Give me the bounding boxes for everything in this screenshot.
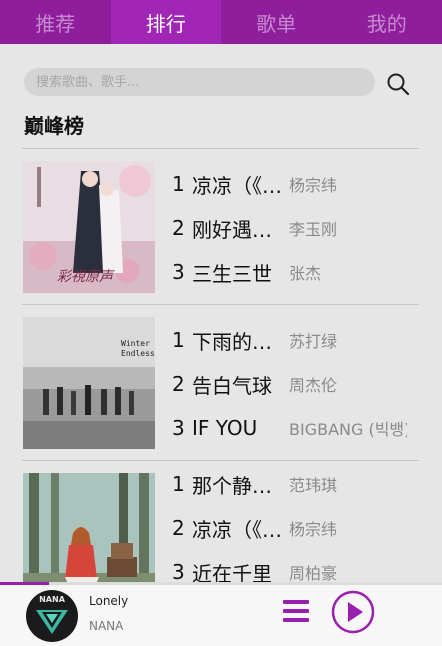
playlist-button[interactable]: [282, 598, 310, 624]
tab-mine[interactable]: 我的: [332, 0, 442, 44]
song-artist: 李玉刚: [289, 220, 338, 239]
tab-playlists[interactable]: 歌单: [221, 0, 332, 44]
chart-cover: 彩視原声: [23, 161, 155, 293]
song-title: 那个静默的: [192, 473, 289, 498]
song-rank: 1: [172, 172, 185, 196]
song-rank: 2: [172, 216, 185, 240]
search-bar: [0, 60, 442, 104]
chart-cover: Winter Endless: [23, 317, 155, 449]
menu-list-icon: [283, 600, 309, 622]
search-button[interactable]: [386, 72, 410, 96]
song-rank: 2: [172, 372, 185, 396]
playback-progress-fill: [0, 582, 49, 585]
mini-player: NANA Lonely NANA: [0, 582, 442, 646]
now-playing-avatar[interactable]: NANA: [26, 590, 78, 642]
song-rank: 3: [172, 416, 185, 440]
winter-endless-album: [23, 317, 155, 449]
song-artist: 苏打绿: [289, 332, 338, 351]
song-artist: 杨宗纬: [289, 520, 338, 539]
song-rank: 3: [172, 560, 185, 584]
now-playing-artist: NANA: [89, 619, 124, 633]
song-row[interactable]: 1 凉凉（《三生三世十里桃花》片尾曲） 杨宗纬: [172, 171, 412, 198]
tab-ranking[interactable]: 排行: [110, 0, 221, 44]
song-title: 刚好遇见你: [192, 217, 289, 242]
song-title: 凉凉（《三生三世》）: [192, 517, 289, 542]
song-title: 告白气球: [192, 373, 272, 398]
tab-recommend[interactable]: 推荐: [0, 0, 111, 44]
playback-progress-bar[interactable]: [0, 582, 442, 585]
song-row[interactable]: 3 三生三世 张杰: [172, 259, 412, 286]
chart-item[interactable]: 彩視原声 1 凉凉（《三生三世十里桃花》片尾曲） 杨宗纬 2 刚好遇见你 李玉刚…: [22, 148, 419, 304]
song-artist: 张杰: [289, 264, 322, 283]
avatar-text: NANA: [39, 595, 65, 604]
song-row[interactable]: 2 凉凉（《三生三世》） 杨宗纬: [172, 515, 412, 542]
song-title: 三生三世: [192, 261, 272, 286]
play-icon: [331, 590, 375, 634]
search-icon: [387, 73, 410, 96]
song-artist: 杨宗纬: [289, 176, 338, 195]
now-playing-title: Lonely: [89, 594, 129, 608]
song-artist: 周杰伦: [289, 376, 338, 395]
song-row[interactable]: 1 那个静默的 范玮琪: [172, 471, 412, 498]
top-tab-bar: 推荐 排行 歌单 我的: [0, 0, 442, 44]
chart-list: 彩視原声 1 凉凉（《三生三世十里桃花》片尾曲） 杨宗纬 2 刚好遇见你 李玉刚…: [22, 148, 419, 616]
search-input[interactable]: [24, 68, 375, 96]
song-artist: BIGBANG (빅뱅): [289, 420, 407, 439]
album-cover-text: Winter Endless: [121, 339, 155, 358]
song-artist: 范玮琪: [289, 476, 338, 495]
song-row[interactable]: 1 下雨的夜晚 苏打绿: [172, 327, 412, 354]
song-title: 下雨的夜晚: [192, 329, 289, 354]
song-rank: 3: [172, 260, 185, 284]
play-button[interactable]: [331, 590, 375, 634]
song-title: IF YOU: [192, 416, 258, 440]
song-row[interactable]: 2 刚好遇见你 李玉刚: [172, 215, 412, 242]
song-row[interactable]: 2 告白气球 周杰伦: [172, 371, 412, 398]
ancient-drama-poster: 彩視原声: [23, 161, 155, 293]
song-rank: 1: [172, 328, 185, 352]
song-rank: 1: [172, 472, 185, 496]
section-title: 巅峰榜: [24, 114, 84, 138]
song-artist: 周柏豪: [289, 564, 338, 583]
svg-text:彩視原声: 彩視原声: [57, 269, 115, 285]
chart-item[interactable]: Winter Endless 1 下雨的夜晚 苏打绿 2 告白气球 周杰伦 3 …: [22, 304, 419, 460]
song-row[interactable]: 3 IF YOU BIGBANG (빅뱅): [172, 415, 412, 441]
song-rank: 2: [172, 516, 185, 540]
song-title: 凉凉（《三生三世十里桃花》片尾曲）: [192, 173, 289, 198]
